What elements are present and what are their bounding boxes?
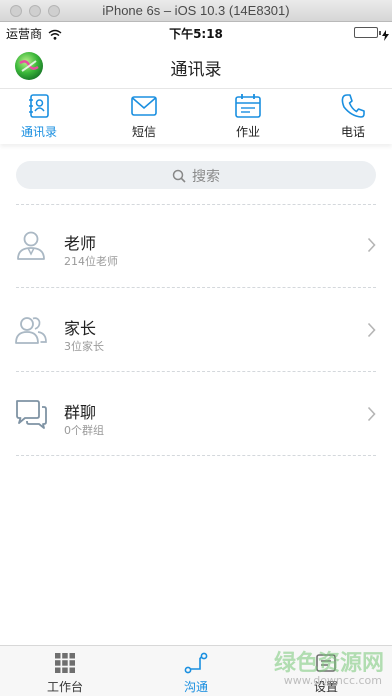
item-subtitle: 3位家长: [64, 340, 104, 353]
tab-workbench-label: 工作台: [46, 680, 83, 694]
tab-communication[interactable]: 沟通: [156, 652, 236, 695]
watermark-text: 绿色资源网: [273, 651, 384, 676]
tab-communication-label: 沟通: [183, 680, 208, 694]
status-time: 下午5:18: [169, 27, 223, 41]
tab-contacts[interactable]: 通讯录: [4, 93, 74, 143]
search-icon: [172, 169, 186, 183]
search-input[interactable]: 搜索: [16, 161, 376, 189]
simulator-title: iPhone 6s – iOS 10.3 (14E8301): [102, 3, 290, 18]
mail-icon: [131, 96, 157, 116]
navigation-bar: 通讯录: [0, 42, 392, 88]
contacts-icon: [29, 94, 49, 118]
divider: [16, 204, 376, 205]
item-title: 老师: [64, 234, 97, 253]
tab-contacts-label: 通讯录: [20, 125, 57, 139]
divider: [16, 455, 376, 456]
tab-phone[interactable]: 电话: [318, 93, 388, 143]
tab-messages[interactable]: 短信: [109, 93, 179, 143]
tab-messages-label: 短信: [131, 125, 156, 139]
grid-icon: [55, 653, 75, 673]
battery-icon: [354, 27, 378, 38]
page-title: 通讯录: [170, 60, 222, 80]
tab-homework[interactable]: 作业: [213, 93, 283, 143]
list-item-group-chat[interactable]: 群聊 0个群组: [0, 385, 392, 445]
status-bar: 运营商 下午5:18: [0, 22, 392, 42]
chat-icon: [16, 400, 47, 429]
divider: [16, 371, 376, 372]
chevron-right-icon: [367, 406, 376, 422]
connect-icon: [184, 652, 208, 674]
watermark-url: www.downcc.com: [283, 674, 382, 687]
tab-phone-label: 电话: [340, 125, 365, 139]
item-title: 家长: [64, 319, 97, 338]
function-tabs: 通讯录 短信 作业 电话: [0, 88, 392, 144]
tab-homework-label: 作业: [235, 125, 260, 139]
divider: [16, 287, 376, 288]
item-subtitle: 214位老师: [64, 255, 118, 268]
battery-tip: [379, 31, 381, 35]
person-icon: [17, 231, 45, 260]
list-item-parents[interactable]: 家长 3位家长: [0, 301, 392, 361]
calendar-icon: [235, 94, 261, 118]
chevron-right-icon: [367, 322, 376, 338]
item-subtitle: 0个群组: [64, 424, 104, 437]
people-icon: [15, 317, 47, 344]
list-item-teachers[interactable]: 老师 214位老师: [0, 216, 392, 276]
chevron-right-icon: [367, 237, 376, 253]
item-title: 群聊: [64, 403, 97, 422]
tab-workbench[interactable]: 工作台: [25, 652, 105, 695]
simulator-title-bar: iPhone 6s – iOS 10.3 (14E8301): [0, 0, 392, 22]
search-placeholder: 搜索: [192, 169, 220, 185]
phone-icon: [341, 94, 365, 118]
